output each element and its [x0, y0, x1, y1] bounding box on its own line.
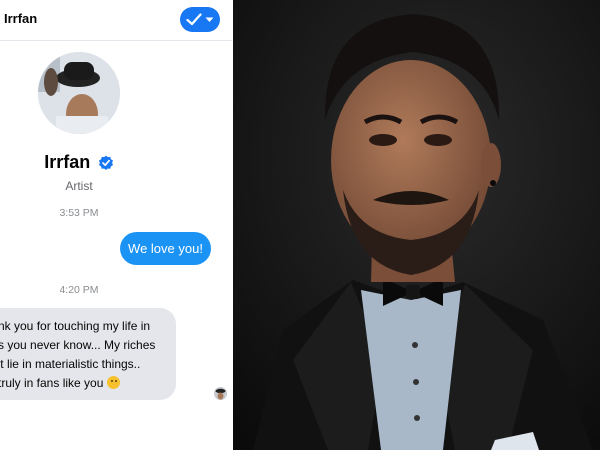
avatar-image: [38, 52, 120, 134]
read-receipt-avatar: [214, 387, 227, 400]
message-line: nk you for touching my life in: [0, 319, 151, 333]
read-receipt-image: [214, 387, 227, 400]
chat-header: Irrfan: [0, 0, 232, 41]
profile-name-row: Irrfan: [0, 152, 158, 173]
message-timestamp: 4:20 PM: [59, 284, 99, 296]
incoming-message-bubble[interactable]: nk you for touching my life in s you nev…: [0, 308, 176, 400]
outgoing-message-bubble[interactable]: We love you!: [120, 232, 211, 265]
profile-role: Artist: [65, 179, 93, 193]
smiley-emoji-icon: [106, 376, 120, 389]
chat-panel: Irrfan Irrfan Artist 3:53 PM We love you…: [0, 0, 232, 450]
portrait-photo: [233, 0, 600, 450]
message-line: 't lie in materialistic things..: [0, 357, 141, 371]
message-line: truly in fans like you: [0, 376, 104, 390]
profile-name: Irrfan: [44, 152, 91, 172]
header-contact-name[interactable]: Irrfan: [4, 11, 37, 26]
checkmark-dropdown-button[interactable]: [180, 7, 220, 32]
message-text: We love you!: [128, 241, 203, 256]
chevron-down-icon: [205, 17, 214, 22]
portrait-image: [233, 0, 600, 450]
checkmark-icon: [186, 13, 202, 26]
verified-badge-icon: [98, 155, 113, 170]
message-timestamp: 3:53 PM: [59, 207, 99, 219]
profile-avatar[interactable]: [38, 52, 120, 134]
message-line: s you never know... My riches: [0, 338, 156, 352]
